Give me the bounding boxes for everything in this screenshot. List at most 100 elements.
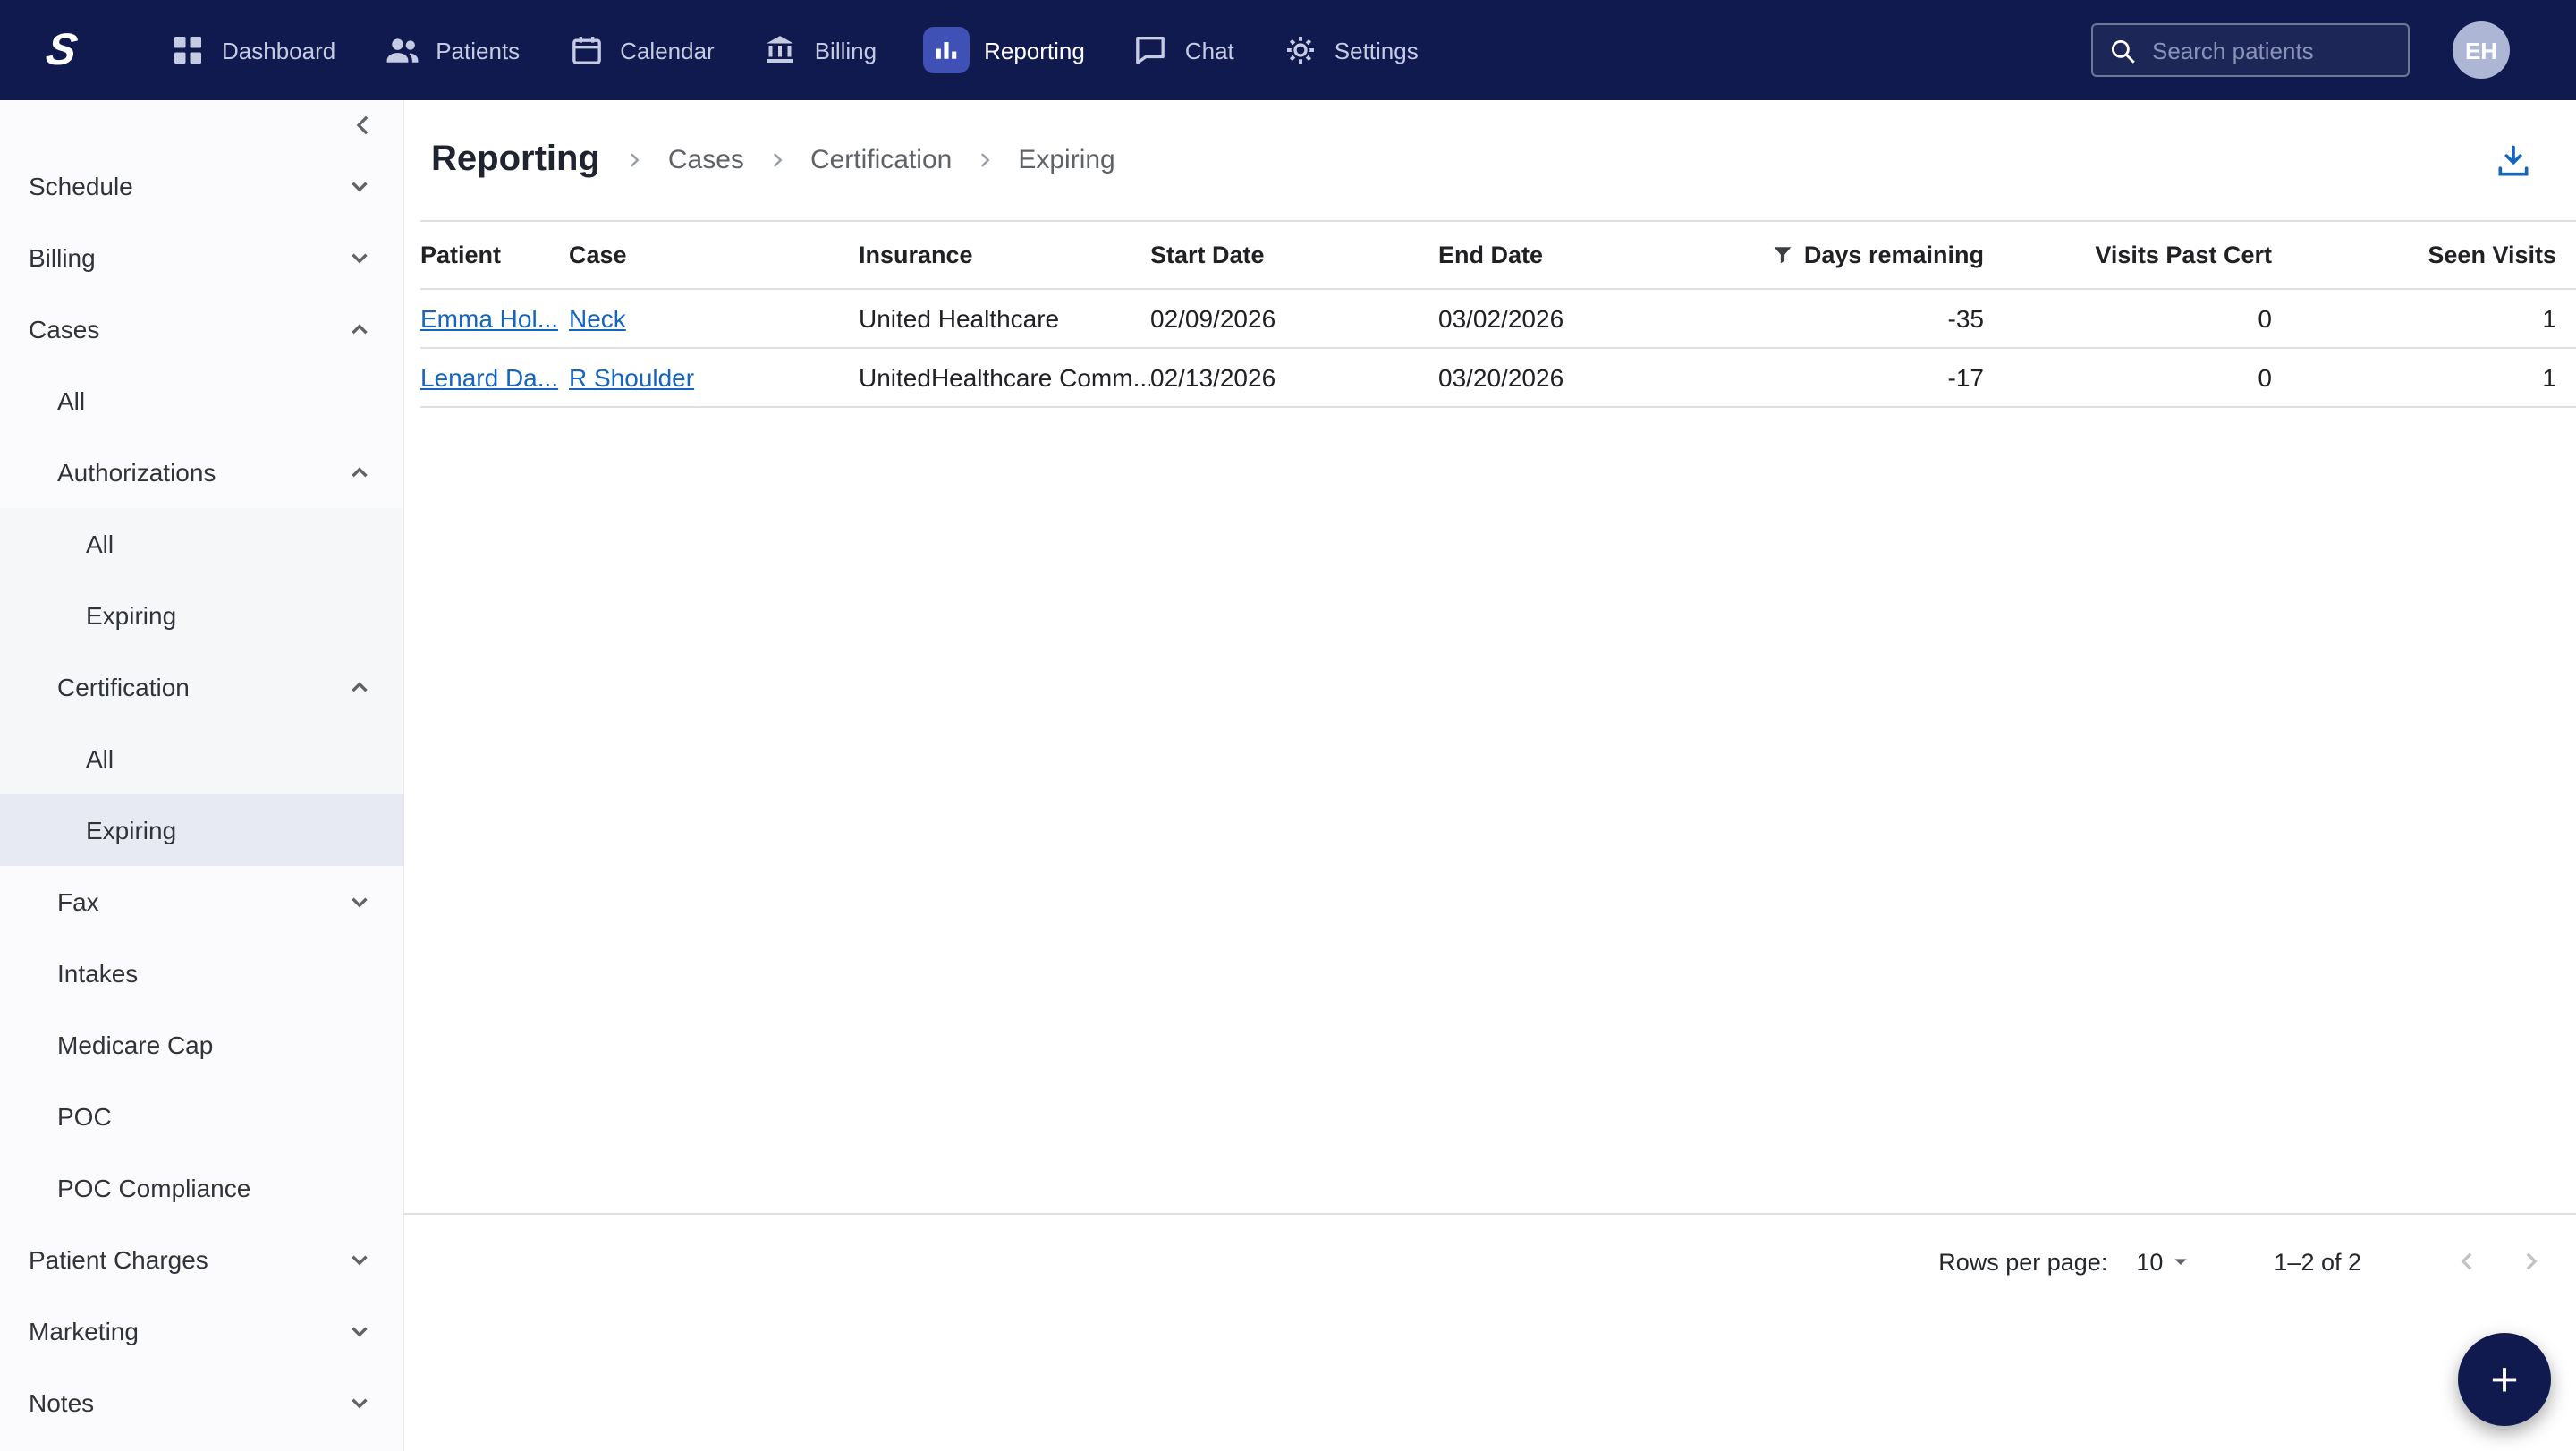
search-input[interactable] — [2148, 35, 2394, 65]
patient-search — [2091, 23, 2410, 77]
chevron-up-icon — [352, 467, 368, 478]
sidebar-item-certification-all[interactable]: All — [0, 723, 402, 794]
main-nav: Dashboard Patients Calendar Billing Repo… — [168, 27, 1419, 73]
breadcrumb-expiring[interactable]: Expiring — [1018, 145, 1114, 175]
sidebar-item-label: Cases — [29, 315, 100, 344]
column-header-label: Days remaining — [1803, 242, 1984, 268]
nav-label: Patients — [436, 37, 521, 64]
sidebar-item-billing[interactable]: Billing — [0, 222, 402, 293]
nav-item-patients[interactable]: Patients — [382, 30, 520, 70]
nav-label: Settings — [1334, 37, 1419, 64]
sidebar-item-intakes[interactable]: Intakes — [0, 938, 402, 1009]
sidebar-item-authorizations[interactable]: Authorizations — [0, 437, 402, 508]
sidebar-item-cases-all[interactable]: All — [0, 365, 402, 437]
nav-label: Reporting — [984, 37, 1085, 64]
sidebar-item-label: Expiring — [86, 601, 177, 630]
sidebar-item-cases[interactable]: Cases — [0, 293, 402, 365]
chevron-right-icon — [2526, 1252, 2538, 1270]
certification-expiring-table: Patient Case Insurance Start Date End Da… — [420, 220, 2576, 408]
sidebar-item-label: Certification — [57, 673, 190, 701]
nav-label: Calendar — [620, 37, 715, 64]
sidebar-item-label: POC — [57, 1102, 112, 1131]
table-empty-area — [404, 408, 2576, 1215]
sidebar-item-authorizations-all[interactable]: All — [0, 508, 402, 580]
nav-item-chat[interactable]: Chat — [1131, 30, 1234, 70]
sidebar-item-label: Marketing — [29, 1317, 139, 1345]
cell-insurance: UnitedHealthcare Comm... — [859, 348, 1150, 408]
sidebar-collapse-button[interactable] — [0, 100, 402, 150]
sidebar-item-poc[interactable]: POC — [0, 1081, 402, 1152]
chevron-left-icon — [2461, 1252, 2472, 1270]
table-row: Emma Hol... Neck United Healthcare 02/09… — [420, 289, 2576, 349]
bank-icon — [761, 30, 801, 70]
nav-item-dashboard[interactable]: Dashboard — [168, 30, 335, 70]
download-button[interactable] — [2492, 139, 2535, 182]
sidebar-item-poc-compliance[interactable]: POC Compliance — [0, 1152, 402, 1224]
sidebar-item-marketing[interactable]: Marketing — [0, 1295, 402, 1367]
bottom-spacer — [404, 1308, 2576, 1451]
nav-item-calendar[interactable]: Calendar — [566, 30, 715, 70]
sidebar-item-authorizations-expiring[interactable]: Expiring — [0, 580, 402, 651]
column-header-end-date[interactable]: End Date — [1438, 220, 1674, 290]
patient-link[interactable]: Emma Hol... — [420, 304, 558, 333]
nav-label: Billing — [814, 37, 877, 64]
breadcrumb-certification[interactable]: Certification — [810, 145, 952, 175]
breadcrumb-reporting[interactable]: Reporting — [431, 140, 600, 181]
sidebar-item-label: All — [86, 530, 114, 558]
column-header-insurance[interactable]: Insurance — [859, 220, 1150, 290]
sidebar-item-schedule[interactable]: Schedule — [0, 150, 402, 222]
app-root: S Dashboard Patients Calendar Billing Re… — [0, 0, 2576, 1451]
chevron-right-icon — [981, 153, 990, 167]
cell-visits-past-cert: 0 — [2002, 348, 2290, 408]
gear-icon — [1281, 30, 1320, 70]
case-link[interactable]: R Shoulder — [569, 363, 694, 392]
case-link[interactable]: Neck — [569, 304, 626, 333]
sidebar-item-notes[interactable]: Notes — [0, 1367, 402, 1438]
nav-item-billing[interactable]: Billing — [761, 30, 877, 70]
column-header-case[interactable]: Case — [569, 220, 859, 290]
user-avatar[interactable]: EH — [2453, 21, 2510, 79]
filter-icon[interactable] — [1770, 242, 1797, 268]
chevron-down-icon — [352, 897, 368, 908]
cell-seen-visits: 1 — [2290, 348, 2576, 408]
table-header-row: Patient Case Insurance Start Date End Da… — [420, 220, 2576, 290]
sidebar-item-patient-charges[interactable]: Patient Charges — [0, 1224, 402, 1295]
chevron-down-icon — [352, 1327, 368, 1337]
top-navbar: S Dashboard Patients Calendar Billing Re… — [0, 0, 2576, 100]
sidebar-item-certification[interactable]: Certification — [0, 651, 402, 723]
pagination-range: 1–2 of 2 — [2274, 1248, 2361, 1275]
chat-icon — [1131, 30, 1171, 70]
main-content: Reporting Cases Certification Expiring P… — [404, 100, 2576, 1451]
add-button[interactable]: + — [2458, 1333, 2551, 1426]
nav-item-reporting[interactable]: Reporting — [923, 27, 1085, 73]
chevron-down-icon — [352, 1398, 368, 1409]
sidebar-item-fax[interactable]: Fax — [0, 866, 402, 938]
rows-per-page-select[interactable]: 10 — [2136, 1247, 2195, 1276]
nav-item-settings[interactable]: Settings — [1281, 30, 1419, 70]
sidebar-item-label: Medicare Cap — [57, 1031, 214, 1059]
chevron-right-icon — [773, 153, 783, 167]
column-header-start-date[interactable]: Start Date — [1150, 220, 1438, 290]
column-header-seen-visits[interactable]: Seen Visits — [2290, 220, 2576, 290]
cell-start-date: 02/13/2026 — [1150, 348, 1438, 408]
patient-link[interactable]: Lenard Da... — [420, 363, 558, 392]
breadcrumb-cases[interactable]: Cases — [668, 145, 744, 175]
next-page-button[interactable] — [2508, 1238, 2555, 1285]
column-header-patient[interactable]: Patient — [420, 220, 569, 290]
cell-patient: Emma Hol... — [420, 289, 569, 349]
reporting-icon — [923, 27, 970, 73]
column-header-days-remaining[interactable]: Days remaining — [1674, 220, 2002, 290]
sidebar-item-certification-expiring[interactable]: Expiring — [0, 794, 402, 866]
nav-label: Dashboard — [222, 37, 336, 64]
chevron-up-icon — [352, 682, 368, 692]
previous-page-button[interactable] — [2444, 1238, 2490, 1285]
sidebar-item-label: All — [86, 744, 114, 773]
table-row: Lenard Da... R Shoulder UnitedHealthcare… — [420, 348, 2576, 408]
column-header-visits-past-cert[interactable]: Visits Past Cert — [2002, 220, 2290, 290]
calendar-icon — [566, 30, 606, 70]
cell-patient: Lenard Da... — [420, 348, 569, 408]
app-logo[interactable]: S — [0, 24, 122, 76]
sidebar: Schedule Billing Cases All Authorization… — [0, 100, 404, 1451]
sidebar-item-medicare-cap[interactable]: Medicare Cap — [0, 1009, 402, 1081]
cell-insurance: United Healthcare — [859, 289, 1150, 349]
